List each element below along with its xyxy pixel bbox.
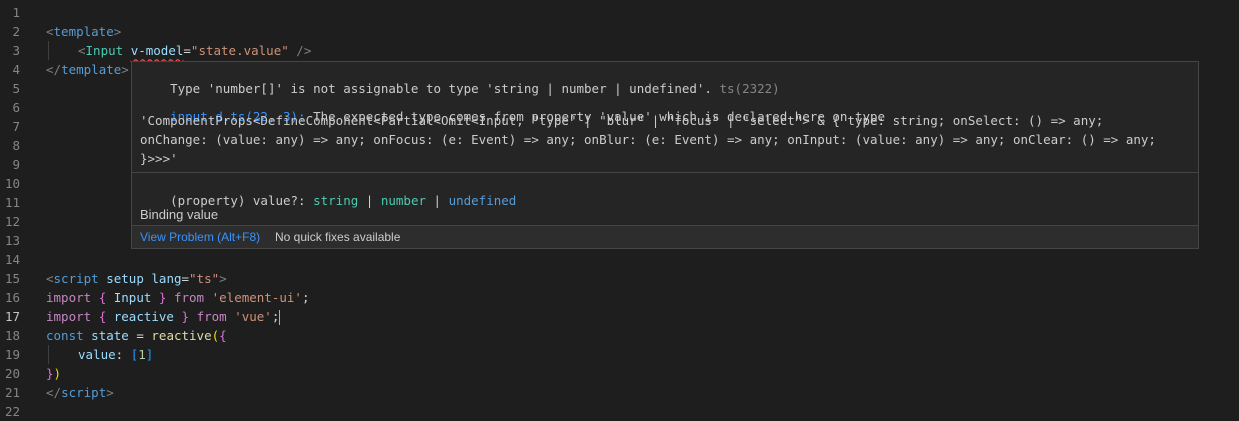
- line-number: 1: [12, 5, 20, 20]
- code-line: 21 </script>: [0, 383, 1239, 402]
- line-number: 12: [4, 214, 20, 229]
- line-number: 19: [4, 347, 20, 362]
- line-number: 13: [4, 233, 20, 248]
- related-info-line: }>>>': [140, 151, 178, 166]
- line-number: 21: [4, 385, 20, 400]
- code-line: 15 <script setup lang="ts">: [0, 269, 1239, 288]
- line-number: 10: [4, 176, 20, 191]
- code-line: 18 const state = reactive({: [0, 326, 1239, 345]
- line-number: 16: [4, 290, 20, 305]
- line-number: 17: [4, 309, 20, 324]
- divider: [132, 172, 1198, 173]
- text-cursor: [279, 310, 281, 325]
- property-doc: Binding value: [140, 207, 219, 222]
- code-line: 1: [0, 3, 1239, 22]
- code-line: 19 value: [1]: [0, 345, 1239, 364]
- code-line: 20}): [0, 364, 1239, 383]
- line-number: 2: [12, 24, 20, 39]
- line-number: 5: [12, 81, 20, 96]
- line-number: 15: [4, 271, 20, 286]
- line-number: 18: [4, 328, 20, 343]
- hover-tooltip[interactable]: Type 'number[]' is not assignable to typ…: [131, 61, 1199, 249]
- line-number: 22: [4, 404, 20, 419]
- code-line: 17 import { reactive } from 'vue';: [0, 307, 1239, 326]
- line-number: 8: [12, 138, 20, 153]
- line-number: 20: [4, 366, 20, 381]
- view-problem-button[interactable]: View Problem (Alt+F8): [140, 226, 260, 248]
- related-info-line: 'ComponentProps<DefineComponent<Partial<…: [140, 113, 1104, 128]
- related-info-line: onChange: (value: any) => any; onFocus: …: [140, 132, 1156, 147]
- code-line: 22: [0, 402, 1239, 421]
- code-line: 2 <template>: [0, 22, 1239, 41]
- error-squiggle[interactable]: v-model: [131, 43, 184, 58]
- no-quick-fixes-label: No quick fixes available: [275, 230, 401, 244]
- line-number: 7: [12, 119, 20, 134]
- code-line: 14: [0, 250, 1239, 269]
- line-number: 11: [4, 195, 20, 210]
- line-number: 6: [12, 100, 20, 115]
- line-number: 14: [4, 252, 20, 267]
- code-line: 3 <Input v-model="state.value" />: [0, 41, 1239, 60]
- divider: [132, 89, 1198, 90]
- line-number: 3: [12, 43, 20, 58]
- line-number: 9: [12, 157, 20, 172]
- line-number: 4: [12, 62, 20, 77]
- hover-status-bar: View Problem (Alt+F8) No quick fixes ava…: [132, 225, 1198, 248]
- code-line: 16 import { Input } from 'element-ui';: [0, 288, 1239, 307]
